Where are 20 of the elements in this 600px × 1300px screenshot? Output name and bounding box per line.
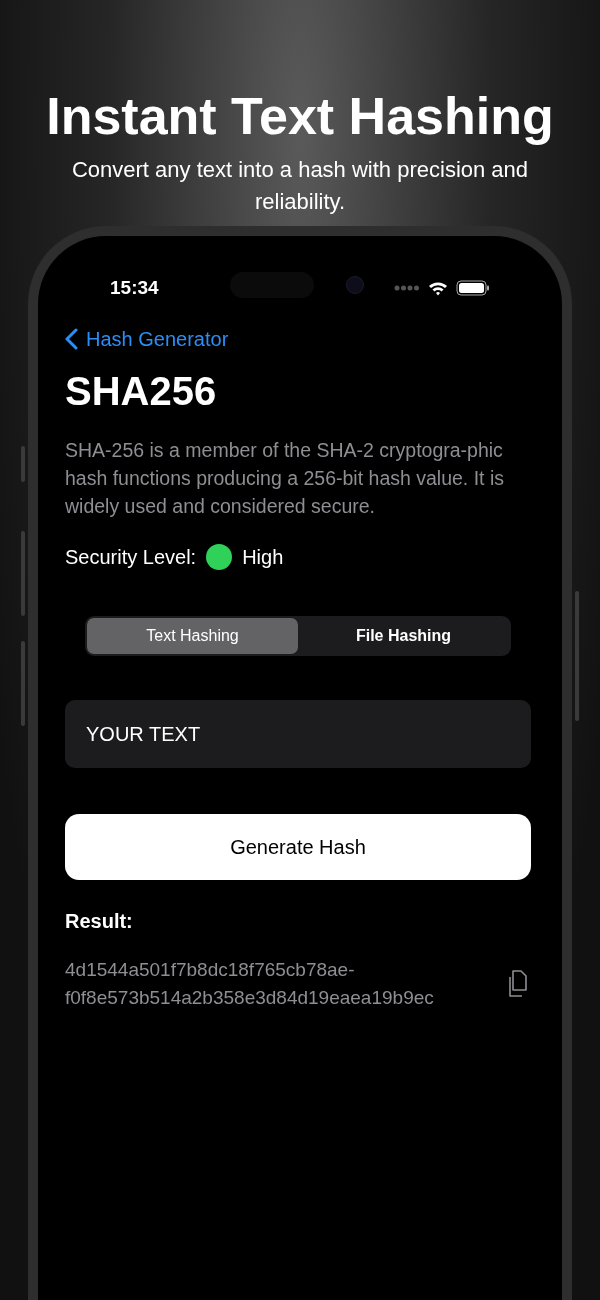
hash-result: 4d1544a501f7b8dc18f765cb78ae-f0f8e573b514a2b358e3d84d19eaea19b9ec <box>65 958 435 1010</box>
security-label: Security Level: <box>65 545 197 570</box>
wifi-icon <box>428 280 448 296</box>
copy-icon[interactable] <box>507 970 529 998</box>
chevron-left-icon <box>65 328 78 350</box>
signal-icon <box>394 285 420 291</box>
segment-tab[interactable]: File Hashing <box>298 618 509 654</box>
segment-tab[interactable]: Text Hashing <box>87 618 298 654</box>
headline: Instant Text Hashing <box>46 86 554 147</box>
back-button[interactable]: Hash Generator <box>65 324 229 354</box>
status-time: 15:34 <box>110 275 159 300</box>
subtitle: Convert any text into a hash with precision and reliability. <box>70 156 530 216</box>
generate-hash-button[interactable]: Generate Hash <box>65 814 531 880</box>
description: SHA-256 is a member of the SHA-2 cryptogra-phic hash functions producing a 256-bit hash value. It is widely used and considered secure. <box>65 438 506 519</box>
result-label: Result: <box>65 909 134 934</box>
page-title: SHA256 <box>65 368 218 415</box>
camera-icon <box>346 276 364 294</box>
battery-icon <box>456 280 490 296</box>
security-value: High <box>242 545 284 570</box>
text-input[interactable]: YOUR TEXT <box>65 700 531 768</box>
